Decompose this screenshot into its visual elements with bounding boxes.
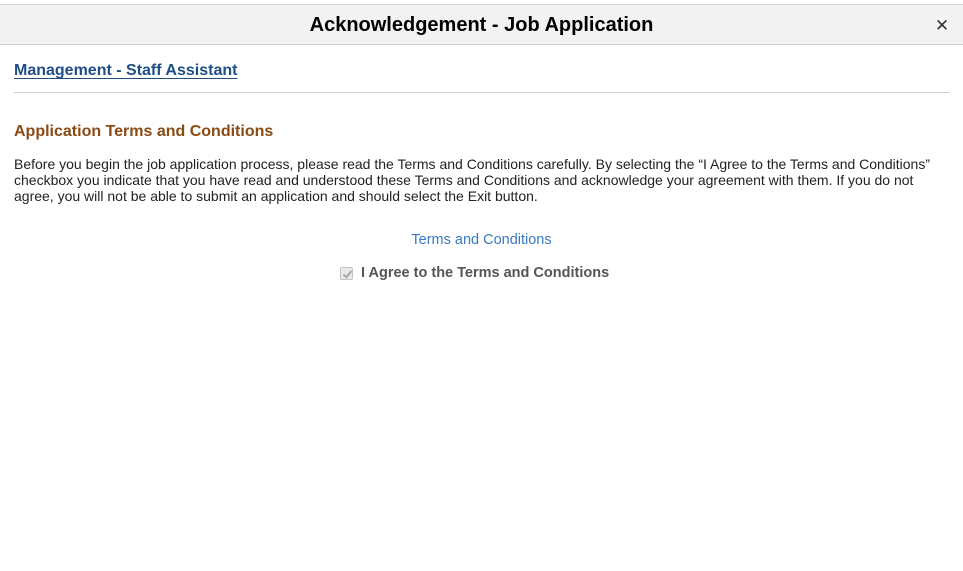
job-title-link[interactable]: Management - Staff Assistant: [14, 61, 237, 81]
agree-row: I Agree to the Terms and Conditions: [340, 264, 609, 282]
terms-link-row: Terms and Conditions: [0, 231, 963, 249]
section-heading: Application Terms and Conditions: [14, 123, 274, 140]
close-icon: ✕: [934, 16, 950, 36]
divider: [14, 92, 950, 93]
dialog-header: Acknowledgement - Job Application ✕: [0, 4, 963, 45]
agree-checkbox[interactable]: [340, 267, 353, 280]
dialog-title: Acknowledgement - Job Application: [309, 14, 654, 36]
terms-and-conditions-link[interactable]: Terms and Conditions: [411, 232, 551, 248]
acknowledgement-dialog: Acknowledgement - Job Application ✕ Mana…: [0, 0, 963, 571]
terms-instructions: Before you begin the job application pro…: [14, 156, 930, 204]
close-button[interactable]: ✕: [933, 17, 951, 35]
agree-checkbox-label[interactable]: I Agree to the Terms and Conditions: [361, 264, 609, 282]
